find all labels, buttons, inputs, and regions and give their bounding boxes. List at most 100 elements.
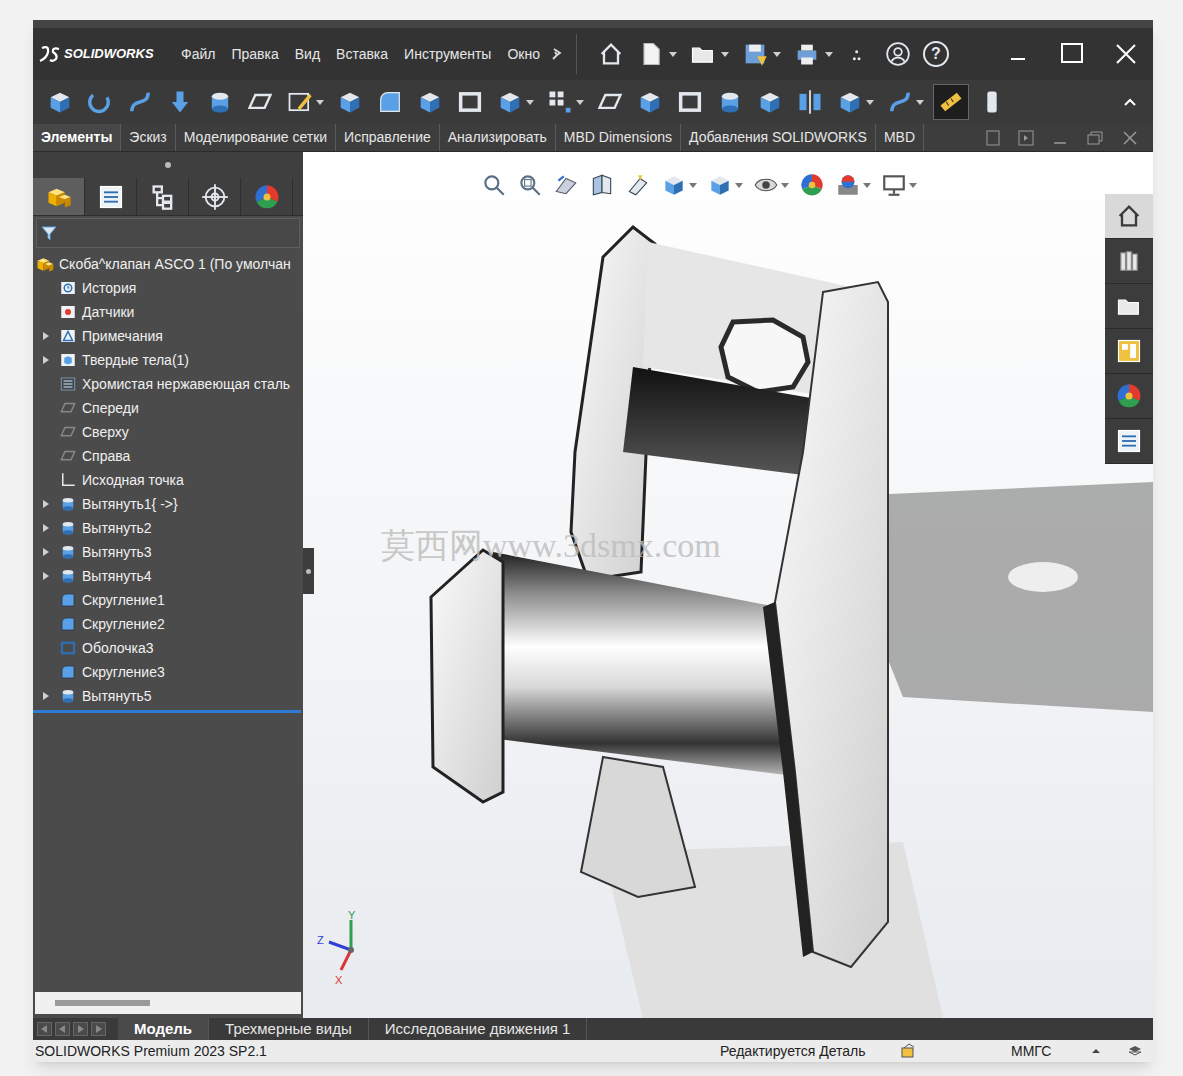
quick-access-button[interactable] [597,40,625,68]
up-arrow-icon[interactable] [1091,1046,1101,1056]
bottom-tab[interactable]: Модель [118,1018,209,1040]
command-tab[interactable]: Добавления SOLIDWORKS [681,124,876,151]
pin-icon[interactable] [550,47,564,61]
task-pane-button[interactable] [1105,194,1153,239]
tree-item[interactable]: Скругление2 [33,612,303,636]
menu-item[interactable]: Вид [287,44,328,65]
toolbar-button[interactable] [243,84,277,120]
quick-access-button[interactable] [689,40,729,68]
task-pane-button[interactable] [1105,329,1153,374]
view-tool-button[interactable] [881,172,917,198]
toolbar-button[interactable] [633,84,667,120]
toolbar-button[interactable] [43,84,77,120]
tree-item[interactable]: Скругление3 [33,660,303,684]
expand-arrow-icon[interactable] [42,499,50,509]
tree-item[interactable]: Спереди [33,396,303,420]
toolbar-button[interactable] [493,84,537,120]
command-tab[interactable]: Исправление [336,124,440,151]
view-tool-button[interactable] [707,172,743,198]
toolbar-button[interactable] [373,84,407,120]
menu-item[interactable]: Правка [223,44,286,65]
bracket-model[interactable] [303,152,1153,1018]
expand-arrow-icon[interactable] [42,355,50,365]
tab-nav-icon[interactable] [73,1022,88,1036]
view-tool-button[interactable] [753,172,789,198]
menu-item[interactable]: Файл [173,44,223,65]
panel-handle[interactable] [33,152,303,178]
doc-restore-icon[interactable] [1085,129,1105,147]
split-icon[interactable] [1017,129,1035,147]
panel-tab[interactable] [189,178,241,215]
toolbar-button[interactable] [673,84,707,120]
toolbar-button[interactable] [283,84,327,120]
view-tool-button[interactable] [835,172,871,198]
tree-item[interactable]: Вытянуть5 [33,684,303,708]
minimize-icon[interactable] [991,39,1045,69]
tab-nav-icon[interactable] [55,1022,70,1036]
quick-access-button[interactable]: ? [923,41,949,67]
task-pane-button[interactable] [1105,419,1153,464]
tree-item[interactable]: Вытянуть3 [33,540,303,564]
customize-icon[interactable] [1127,1043,1143,1059]
view-tool-button[interactable] [625,172,651,198]
tree-item[interactable]: Исходная точка [33,468,303,492]
view-tool-button[interactable] [481,172,507,198]
command-tab[interactable]: Анализировать [440,124,556,151]
toolbar-button[interactable] [543,84,587,120]
panel-tab[interactable] [137,178,189,215]
toolbar-button[interactable] [833,84,877,120]
menu-item[interactable]: Окно [499,44,548,65]
quick-access-button[interactable] [637,40,677,68]
tab-nav-icon[interactable] [37,1022,52,1036]
tree-item[interactable]: Примечания [33,324,303,348]
document-icon[interactable] [985,129,1001,147]
toolbar-button[interactable] [453,84,487,120]
toolbar-button[interactable] [975,84,1009,120]
quick-access-button[interactable] [741,40,781,68]
quick-access-button[interactable] [845,40,873,68]
tree-item[interactable]: История [33,276,303,300]
doc-minimize-icon[interactable] [1051,129,1069,147]
quick-access-button[interactable] [793,40,833,68]
expand-arrow-icon[interactable] [42,523,50,533]
tree-item[interactable]: Справа [33,444,303,468]
view-tool-button[interactable] [661,172,697,198]
tree-item[interactable]: Твердые тела(1) [33,348,303,372]
panel-splitter[interactable] [303,548,314,594]
command-tab[interactable]: Элементы [33,124,121,151]
toolbar-button[interactable] [593,84,627,120]
filter-field[interactable] [36,218,300,248]
toolbar-button[interactable] [163,84,197,120]
units[interactable]: ММГС [1011,1041,1091,1062]
view-tool-button[interactable] [553,172,579,198]
toolbar-button[interactable] [793,84,827,120]
toolbar-button[interactable] [753,84,787,120]
bottom-tab[interactable]: Трехмерные виды [209,1018,369,1040]
tree-item[interactable]: Скругление1 [33,588,303,612]
view-tool-button[interactable] [517,172,543,198]
tree-root[interactable]: Скоба^клапан ASCO 1 (По умолчан [33,252,303,276]
expand-arrow-icon[interactable] [42,691,50,701]
task-pane-button[interactable] [1105,284,1153,329]
tree-item[interactable]: Хромистая нержавеющая сталь [33,372,303,396]
command-tab[interactable]: Эскиз [121,124,175,151]
menu-item[interactable]: Вставка [328,44,396,65]
view-tool-button[interactable] [589,172,615,198]
tree-item[interactable]: Сверху [33,420,303,444]
maximize-icon[interactable] [1045,39,1099,69]
panel-tab[interactable] [241,178,293,215]
scroll-thumb[interactable] [55,1000,150,1006]
toolbar-button[interactable] [83,84,117,120]
toolbar-button[interactable] [123,84,157,120]
toolbar-button[interactable] [933,84,969,120]
close-icon[interactable] [1099,39,1153,69]
view-tool-button[interactable] [799,172,825,198]
rebuild-icon[interactable] [900,1043,916,1059]
command-tab[interactable]: MBD Dimensions [556,124,681,151]
panel-tab[interactable] [33,178,85,215]
horizontal-scrollbar[interactable] [35,992,301,1014]
toolbar-button[interactable] [333,84,367,120]
toolbar-button[interactable] [883,84,927,120]
panel-tab[interactable] [85,178,137,215]
command-tab[interactable]: MBD [876,124,924,151]
